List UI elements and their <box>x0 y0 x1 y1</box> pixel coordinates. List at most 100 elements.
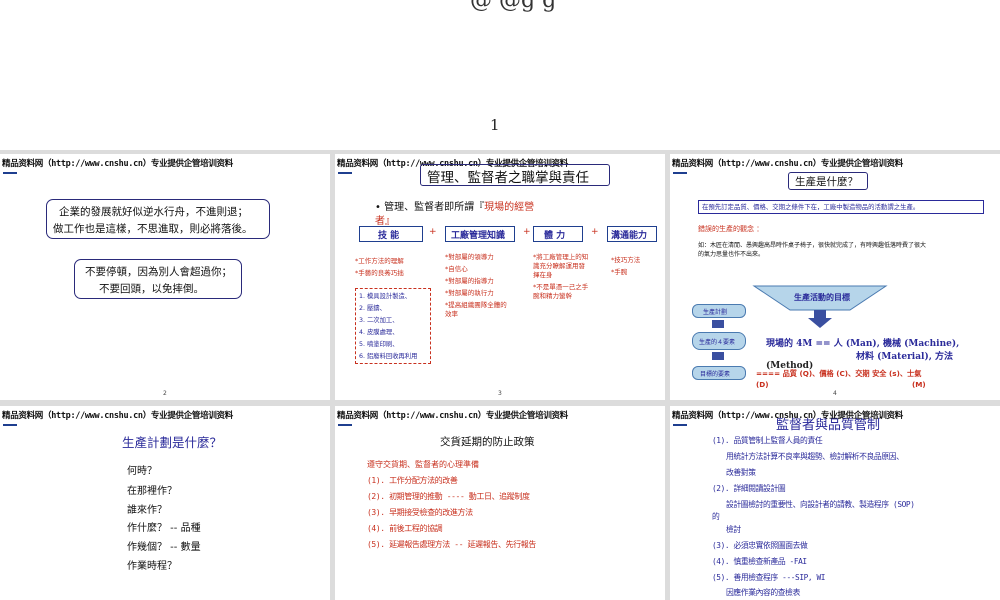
header-box-communication: 溝通能力 <box>607 226 657 242</box>
example-text: 的氣力思量也作不出來。 <box>698 251 765 258</box>
col2-text: 效率 <box>445 310 458 318</box>
header-box-knowledge: 工廠管理知識 <box>445 226 515 242</box>
process-item: 4. 皮膜處理、 <box>359 329 399 336</box>
header-underline <box>3 172 17 174</box>
qcd-line: ==== 品質 (Q)、價格 (C)、交期 安全 (s)、士氣 <box>756 369 922 378</box>
qc-line: 的 <box>712 512 720 521</box>
process-item: 2. 壓鑄、 <box>359 305 386 312</box>
step-label: 生產計劃 <box>703 309 728 316</box>
down-arrow-icon <box>712 352 724 360</box>
slide-title: 監督者與品質管制 <box>776 418 881 433</box>
slide-title-box: 管理、監督者之職掌與責任 <box>420 164 610 186</box>
header-underline <box>673 172 687 174</box>
quote-line: 不要停頓，因為別人會超過你； <box>85 266 232 278</box>
slide-header: 精品资料网（http://www.cnshu.cn）专业提供企管培训资料 <box>337 411 568 421</box>
example-text: 如：木匠在清閒、愚興趣高昂時作桌子椅子，很快就完成了，有時興趣低落時費了很大 <box>698 242 927 249</box>
quote-box-2: 不要停頓，因為別人會超過你； 不要回頭，以免摔倒。 <box>74 259 242 299</box>
quote-line: 做工作也是這樣，不思進取，則必將落後。 <box>53 223 253 235</box>
process-item: 3. 二次加工、 <box>359 317 399 324</box>
step-pill-target: 目標的要素 <box>692 366 746 380</box>
header-label: 體 力 <box>544 231 566 241</box>
policy-item: (5). 延遲報告處理方法 -- 延遲報告、先行報告 <box>367 540 536 549</box>
slide-number: 2 <box>163 390 167 397</box>
qc-line: (4). 慎重檢查新產品 -FAI <box>712 557 807 566</box>
process-item: 5. 噴塗印刷、 <box>359 341 399 348</box>
slide-3: 精品资料网（http://www.cnshu.cn）专业提供企管培训资料 生產是… <box>670 154 1000 400</box>
slide-header: 精品资料网（http://www.cnshu.cn）专业提供企管培训资料 <box>672 159 903 169</box>
header-box-skill: 技 能 <box>359 226 423 242</box>
fourm-line: 材料 (Material), 方法 <box>856 352 954 362</box>
bullet-text-c: 者』 <box>375 216 395 227</box>
slide-5: 精品资料网（http://www.cnshu.cn）专业提供企管培训资料 交貨延… <box>335 406 665 600</box>
policy-item: (1). 工作分配方法的改善 <box>367 476 458 485</box>
qc-line: (5). 善用檢查程序 ---SIP, WI <box>712 573 826 582</box>
header-underline <box>338 424 352 426</box>
col1-text: *工作方法的理解 <box>355 257 404 265</box>
slide-header: 精品资料网（http://www.cnshu.cn）专业提供企管培训资料 <box>2 159 233 169</box>
process-item: 1. 模具設計製造、 <box>359 293 412 300</box>
qc-line: 因應作業內容的查檢表 <box>726 588 800 597</box>
slide-title: 管理、監督者之職掌與責任 <box>427 170 589 186</box>
header-label: 工廠管理知識 <box>451 231 506 241</box>
step-pill-plan: 生產計劃 <box>692 304 746 318</box>
step-label: 生產的４要素 <box>699 339 736 346</box>
slide-header: 精品资料网（http://www.cnshu.cn）专业提供企管培训资料 <box>2 411 233 421</box>
header-box-stamina: 體 力 <box>533 226 583 242</box>
header-underline <box>338 172 352 174</box>
qc-line: (2). 詳細閱讀設計圖 <box>712 484 786 493</box>
header-underline <box>673 424 687 426</box>
wrong-concept-label: 錯誤的生產的觀念 ： <box>698 225 764 233</box>
step-label: 目標的要素 <box>700 371 731 378</box>
col3-text: 腕和精力蠻幹 <box>533 292 572 300</box>
list-item: 何時？ <box>127 466 157 477</box>
header-label: 溝通能力 <box>611 231 648 241</box>
col2-text: *自信心 <box>445 265 468 273</box>
fourm-line: 現場的 4M == 人 (Man), 機械 (Machine), <box>766 339 960 349</box>
slide-title-box: 生產是什麼？ <box>788 172 868 190</box>
quote-line: 企業的發展就好似逆水行舟，不進則退； <box>59 206 248 218</box>
slide-number: 3 <box>498 390 502 397</box>
slide-title: 生產是什麼？ <box>795 176 858 188</box>
qc-line: 改善對策 <box>726 468 756 477</box>
slide-title: 交貨延期的防止政策 <box>440 436 535 448</box>
header-underline <box>3 424 17 426</box>
col4-text: *手腕 <box>611 268 628 276</box>
slide-number: 4 <box>833 390 837 397</box>
col3-text: 揮在身 <box>533 271 553 279</box>
down-arrow-icon <box>712 320 724 328</box>
policy-item: (3). 早期接受檢查的改進方法 <box>367 508 473 517</box>
plus-sign: + <box>591 227 599 237</box>
list-item: 誰來作？ <box>127 505 167 516</box>
top-page-fragment: @ @g g <box>470 0 557 13</box>
slide-subtitle: 遵守交貨期、監督者的心理準備 <box>367 460 479 469</box>
page-number: 1 <box>490 116 500 134</box>
qc-line: 用統計方法計算不良率與趨勢、檢討解析不良品原因、 <box>726 452 904 461</box>
qc-line: 檢討 <box>726 525 741 534</box>
policy-item: (2). 初期管理的推動 ---- 動工日、追蹤制度 <box>367 492 530 501</box>
step-pill-4elements: 生產的４要素 <box>692 332 746 350</box>
process-item: 6. 鋁廢料回收再利用 <box>359 353 418 360</box>
qcd-line: (D) <box>756 380 769 389</box>
slide-title: 生產計劃是什麼？ <box>122 435 223 450</box>
bullet-text: • 管理、監督者即所謂『現場的經營 <box>375 198 534 213</box>
slide-4: 精品资料网（http://www.cnshu.cn）专业提供企管培训资料 生產計… <box>0 406 330 600</box>
col2-text: *對部屬的領導力 <box>445 253 494 261</box>
funnel-label: 生產活動的目標 <box>794 293 850 302</box>
plus-sign: + <box>523 227 531 237</box>
plus-sign: + <box>429 227 437 237</box>
col2-text: *對部屬的執行力 <box>445 289 494 297</box>
list-item: 作幾個？ -- 數量 <box>127 542 201 553</box>
policy-item: (4). 前後工程的協調 <box>367 524 443 533</box>
slide-1: 精品资料网（http://www.cnshu.cn）专业提供企管培训资料 企業的… <box>0 154 330 400</box>
quote-line: 不要回頭，以免摔倒。 <box>99 283 204 295</box>
qcd-line: (M) <box>912 380 926 389</box>
bullet-text-highlight: 現場的經營 <box>484 202 535 213</box>
header-label: 技 能 <box>378 231 400 241</box>
slide-2: 精品资料网（http://www.cnshu.cn）专业提供企管培训资料 管理、… <box>335 154 665 400</box>
quote-box-1: 企業的發展就好似逆水行舟，不進則退； 做工作也是這樣，不思進取，則必將落後。 <box>46 199 270 239</box>
list-item: 在那裡作？ <box>127 486 177 497</box>
definition-text: 在預先訂定品質、價格、交期之條件下在，工廠中製造物品的活動謂之生產。 <box>702 203 920 211</box>
qc-line: (3). 必須忠實依照圖面去做 <box>712 541 808 550</box>
qc-line: 設計圖檢討的重要性、向設計者的請教、製造程序 (SOP) <box>726 500 915 509</box>
col1-text: *手藝的良莠巧拙 <box>355 269 404 277</box>
